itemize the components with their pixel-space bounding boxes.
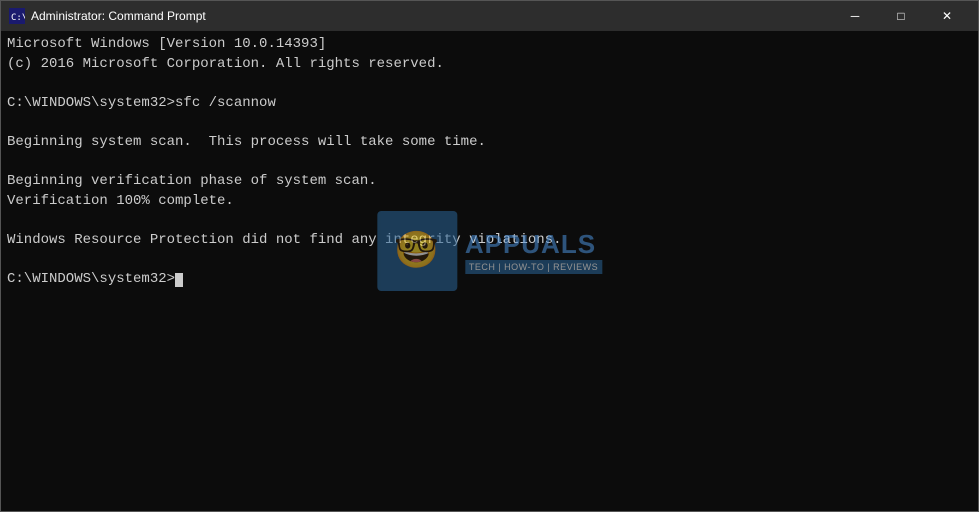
minimize-button[interactable]: ─ bbox=[832, 1, 878, 31]
svg-text:C:\: C:\ bbox=[11, 13, 25, 23]
cmd-icon: C:\ bbox=[9, 8, 25, 24]
title-bar-left: C:\ Administrator: Command Prompt bbox=[9, 8, 206, 24]
title-bar: C:\ Administrator: Command Prompt ─ □ ✕ bbox=[1, 1, 978, 31]
maximize-button[interactable]: □ bbox=[878, 1, 924, 31]
console-output: Microsoft Windows [Version 10.0.14393] (… bbox=[7, 35, 972, 290]
cursor bbox=[175, 273, 183, 287]
title-bar-controls: ─ □ ✕ bbox=[832, 1, 970, 31]
close-button[interactable]: ✕ bbox=[924, 1, 970, 31]
command-prompt-window: C:\ Administrator: Command Prompt ─ □ ✕ … bbox=[0, 0, 979, 512]
console-area[interactable]: Microsoft Windows [Version 10.0.14393] (… bbox=[1, 31, 978, 511]
window-title: Administrator: Command Prompt bbox=[31, 9, 206, 23]
